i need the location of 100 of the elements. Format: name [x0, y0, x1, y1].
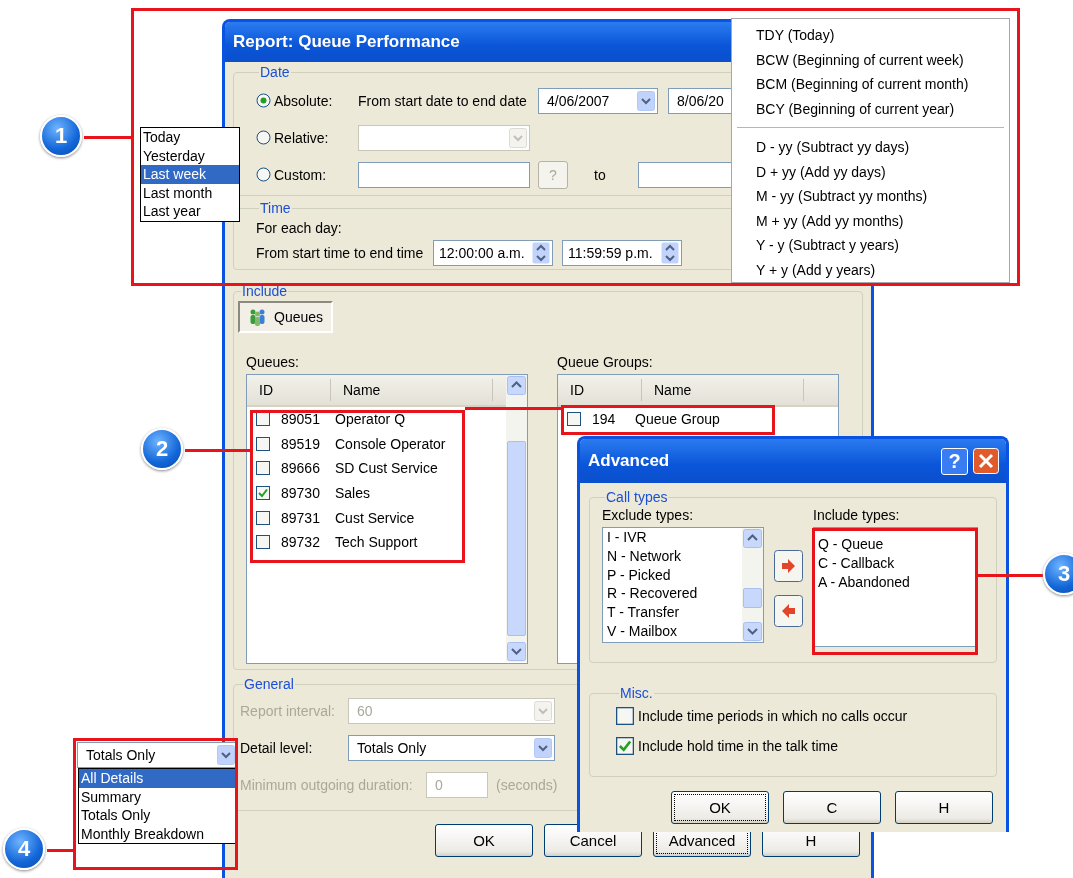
step-number-badge: 3	[1043, 553, 1073, 595]
list-item[interactable]: P - Picked	[603, 565, 742, 585]
arrow-right-icon[interactable]	[774, 550, 803, 582]
scroll-up-icon[interactable]	[507, 376, 526, 395]
queue-id: 89732	[281, 534, 321, 551]
radio-button[interactable]	[256, 93, 271, 108]
checkbox[interactable]	[256, 486, 270, 501]
dropdown-item[interactable]: Last month	[141, 183, 239, 203]
scrollbar[interactable]	[742, 528, 763, 642]
queue-name: Tech Support	[335, 534, 418, 551]
list-item[interactable]: R - Recovered	[603, 584, 742, 604]
dropdown-item[interactable]: Last year	[141, 202, 239, 221]
list-item[interactable]: V - Mailbox	[603, 622, 742, 641]
leader-line	[47, 848, 73, 852]
field-label: From start date to end date	[358, 92, 528, 109]
group-label: Date	[259, 64, 291, 80]
list-item[interactable]: T - Transfer	[603, 603, 742, 622]
radio-button[interactable]	[256, 167, 271, 182]
queue-id: 89731	[281, 509, 321, 526]
checkbox-label: Include hold time in the talk time	[638, 738, 838, 754]
checkbox[interactable]	[616, 737, 634, 755]
step-number-badge: 1	[40, 115, 82, 157]
radio-button[interactable]	[256, 130, 271, 145]
dialog-button[interactable]: H	[895, 791, 993, 824]
group-id: 194	[592, 411, 617, 428]
unit-label: (seconds)	[496, 776, 558, 793]
people-icon	[248, 308, 268, 326]
menu-item[interactable]: D + yy (Add yy days)	[732, 159, 1009, 184]
menu-item[interactable]: BCW (Beginning of current week)	[732, 47, 1009, 72]
to-label: to	[594, 166, 607, 183]
arrow-left-icon[interactable]	[774, 595, 803, 627]
list-label: Include types:	[813, 507, 901, 525]
menu-item[interactable]: Y + y (Add y years)	[732, 257, 1009, 282]
scrollbar[interactable]	[506, 375, 527, 662]
list-item[interactable]: N - Network	[603, 546, 742, 566]
dropdown-item[interactable]: Yesterday	[141, 146, 239, 166]
spinner-arrows-icon[interactable]	[532, 242, 550, 264]
menu-item[interactable]: TDY (Today)	[732, 23, 1009, 48]
column-header[interactable]: Name	[331, 379, 493, 401]
checkbox[interactable]	[256, 535, 270, 550]
menu-item[interactable]: M + yy (Add yy months)	[732, 208, 1009, 233]
leader-line	[185, 448, 250, 452]
window-title: Advanced	[588, 451, 670, 471]
leader-line	[978, 573, 1043, 577]
spinner-arrows-icon[interactable]	[661, 242, 679, 264]
queues-tab[interactable]: Queues	[238, 301, 333, 333]
menu-item[interactable]: D - yy (Subtract yy days)	[732, 135, 1009, 160]
queue-name: SD Cust Service	[335, 460, 438, 477]
start-time-field[interactable]: 12:00:00 a.m.	[433, 240, 553, 266]
field-label: From start time to end time	[256, 245, 424, 261]
scroll-up-icon[interactable]	[743, 529, 762, 548]
detail-level-combo[interactable]: Totals Only	[77, 742, 238, 768]
list-label: Queue Groups:	[557, 354, 654, 372]
queue-id: 89519	[281, 435, 321, 452]
detail-level-combo[interactable]: Totals Only	[348, 734, 555, 761]
window-title: Report: Queue Performance	[233, 32, 460, 52]
checkbox[interactable]	[256, 436, 270, 451]
list-item[interactable]: I - IVR	[603, 528, 742, 547]
dropdown-item[interactable]: All Details	[79, 769, 236, 788]
help-button[interactable]: ?	[941, 448, 968, 475]
radio-label[interactable]: Relative:	[274, 129, 329, 146]
checkbox[interactable]	[256, 461, 270, 476]
list-label: Queues:	[246, 354, 300, 372]
chevron-down-icon[interactable]	[217, 745, 235, 765]
queue-name: Console Operator	[335, 435, 446, 452]
dialog-button[interactable]: OK	[671, 791, 769, 824]
custom-start-field[interactable]	[358, 161, 530, 188]
menu-item[interactable]: M - yy (Subtract yy months)	[732, 184, 1009, 209]
step-number-badge: 2	[141, 428, 183, 470]
dropdown-item[interactable]: Today	[141, 128, 239, 147]
scroll-down-icon[interactable]	[743, 622, 762, 641]
start-date-combo[interactable]: 4/06/2007	[538, 87, 658, 114]
queue-name: Sales	[335, 485, 371, 502]
dialog-button[interactable]: OK	[435, 824, 533, 857]
step-number-badge: 4	[3, 828, 45, 870]
menu-item[interactable]: Y - y (Subtract y years)	[732, 233, 1009, 258]
radio-label[interactable]: Custom:	[274, 166, 327, 183]
group-label: Time	[259, 200, 292, 216]
field-label: Report interval:	[240, 702, 336, 719]
radio-label[interactable]: Absolute:	[274, 92, 333, 109]
chevron-down-icon[interactable]	[534, 737, 552, 758]
dropdown-item[interactable]: Last week	[141, 165, 239, 184]
scroll-down-icon[interactable]	[507, 642, 526, 661]
checkbox[interactable]	[256, 510, 270, 525]
chevron-down-icon[interactable]	[637, 90, 655, 111]
checkbox[interactable]	[567, 412, 581, 427]
close-icon[interactable]	[973, 448, 999, 474]
scroll-thumb[interactable]	[743, 588, 762, 608]
column-header[interactable]: ID	[558, 379, 642, 401]
queue-name: Cust Service	[335, 509, 415, 526]
scroll-thumb[interactable]	[507, 441, 526, 636]
end-time-field[interactable]: 11:59:59 p.m.	[562, 240, 682, 266]
dialog-button[interactable]: C	[783, 791, 881, 824]
queue-id: 89730	[281, 485, 321, 502]
list-label: Exclude types:	[602, 507, 695, 525]
group-name: Queue Group	[635, 411, 720, 428]
checkbox[interactable]	[616, 707, 634, 725]
column-header[interactable]: Name	[642, 379, 804, 401]
column-header[interactable]: ID	[247, 379, 331, 401]
queue-name: Operator Q	[335, 411, 406, 428]
